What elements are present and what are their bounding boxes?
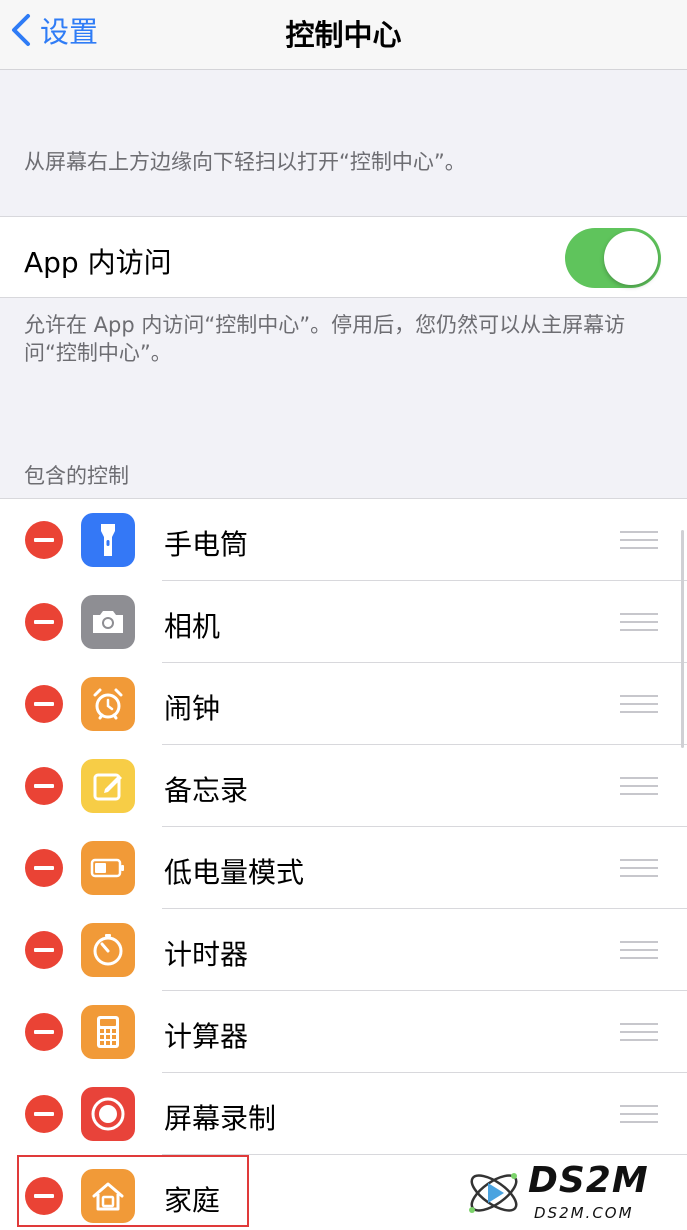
reorder-handle-icon[interactable] <box>620 695 658 713</box>
scroll-indicator <box>681 530 684 748</box>
toggle-knob <box>604 231 658 285</box>
control-label: 家庭 <box>164 1184 221 1217</box>
control-row-low-power: 低电量模式 <box>0 827 687 909</box>
remove-flashlight-button[interactable] <box>25 521 63 559</box>
included-controls-header: 包含的控制 <box>24 464 129 488</box>
screen-record-icon <box>81 1087 135 1141</box>
home-icon <box>81 1169 135 1223</box>
flashlight-icon <box>81 513 135 567</box>
access-within-apps-label: App 内访问 <box>24 246 172 279</box>
reorder-handle-icon[interactable] <box>620 859 658 877</box>
reorder-handle-icon[interactable] <box>620 1023 658 1041</box>
watermark-subtitle: DS2M.COM <box>534 1204 634 1222</box>
control-row-flashlight: 手电筒 <box>0 499 687 581</box>
access-within-apps-toggle[interactable] <box>565 228 661 288</box>
page-title: 控制中心 <box>285 18 402 52</box>
remove-timer-button[interactable] <box>25 931 63 969</box>
watermark-logo-icon <box>469 1173 518 1213</box>
reorder-handle-icon[interactable] <box>620 613 658 631</box>
battery-icon <box>81 841 135 895</box>
remove-alarm-button[interactable] <box>25 685 63 723</box>
access-footer-text: 允许在 App 内访问“控制中心”。停用后，您仍然可以从主屏幕访问“控制中心”。 <box>24 313 626 365</box>
remove-low-power-button[interactable] <box>25 849 63 887</box>
reorder-handle-icon[interactable] <box>620 941 658 959</box>
control-row-alarm: 闹钟 <box>0 663 687 745</box>
control-row-camera: 相机 <box>0 581 687 663</box>
control-label: 计时器 <box>164 938 249 971</box>
reorder-handle-icon[interactable] <box>620 531 658 549</box>
control-label: 屏幕录制 <box>164 1102 277 1135</box>
control-row-screen-recording: 屏幕录制 <box>0 1073 687 1155</box>
remove-notes-button[interactable] <box>25 767 63 805</box>
control-label: 相机 <box>164 610 221 643</box>
control-label: 手电筒 <box>164 528 249 561</box>
reorder-handle-icon[interactable] <box>620 777 658 795</box>
watermark: DS2M DS2M.COM <box>462 1160 672 1224</box>
control-row-timer: 计时器 <box>0 909 687 991</box>
swipe-hint-text: 从屏幕右上方边缘向下轻扫以打开“控制中心”。 <box>24 150 466 174</box>
timer-icon <box>81 923 135 977</box>
camera-icon <box>81 595 135 649</box>
control-label: 闹钟 <box>164 692 221 725</box>
included-controls-list: 手电筒 相机 闹钟 备忘录 低电量模式 计时器 计算器 屏幕录制 家庭 <box>0 498 687 1230</box>
watermark-title: DS2M <box>528 1160 649 1201</box>
control-row-calculator: 计算器 <box>0 991 687 1073</box>
control-label: 低电量模式 <box>164 856 305 889</box>
remove-calculator-button[interactable] <box>25 1013 63 1051</box>
remove-camera-button[interactable] <box>25 603 63 641</box>
alarm-clock-icon <box>81 677 135 731</box>
control-label: 备忘录 <box>164 774 249 807</box>
remove-home-button[interactable] <box>25 1177 63 1215</box>
remove-screen-recording-button[interactable] <box>25 1095 63 1133</box>
control-label: 计算器 <box>164 1020 249 1053</box>
calculator-icon <box>81 1005 135 1059</box>
notes-icon <box>81 759 135 813</box>
navigation-bar: 设置 控制中心 <box>0 0 687 70</box>
reorder-handle-icon[interactable] <box>620 1105 658 1123</box>
control-row-notes: 备忘录 <box>0 745 687 827</box>
